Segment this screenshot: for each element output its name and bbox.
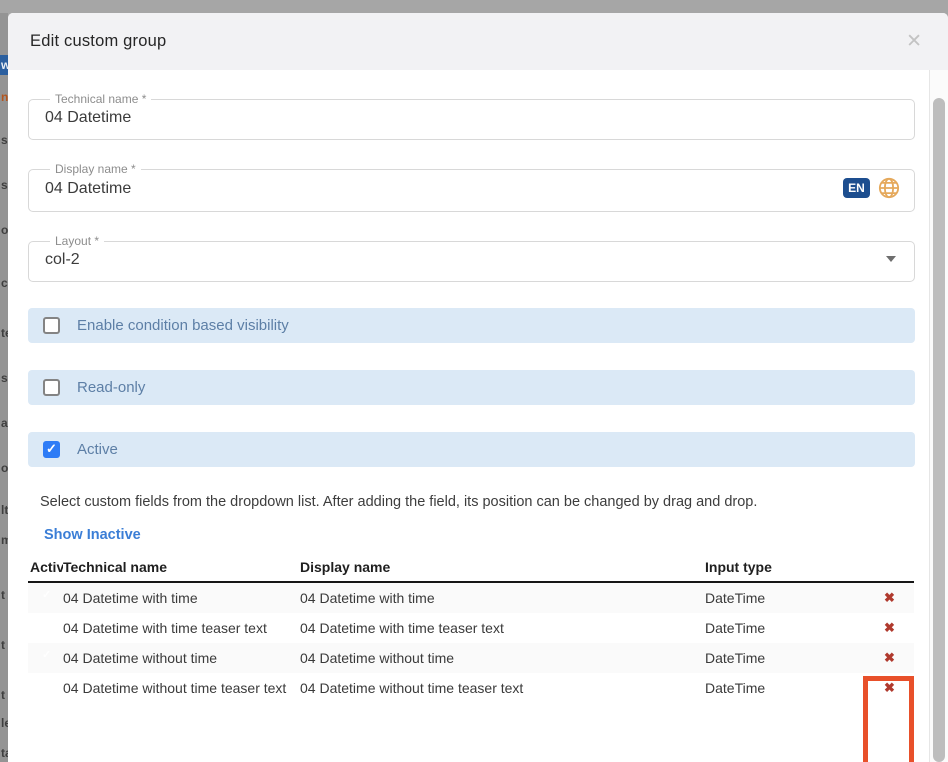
- column-header-display-name: Display name: [300, 559, 705, 575]
- toggle-label: Read-only: [77, 379, 145, 396]
- table-row: 04 Datetime with time teaser text04 Date…: [28, 613, 914, 643]
- remove-row-icon[interactable]: ✖: [865, 590, 914, 606]
- toggle-list: Enable condition based visibility Read-on…: [28, 308, 915, 467]
- globe-icon[interactable]: [878, 177, 900, 199]
- row-active-cell: [28, 590, 63, 606]
- edit-custom-group-dialog: Edit custom group ✕ Technical name * 04 …: [8, 13, 948, 762]
- background-text-fragment: t: [1, 638, 8, 652]
- background-text-fragment: ta: [1, 746, 8, 760]
- technical-name-label: Technical name *: [50, 93, 151, 106]
- background-text-fragment: le: [1, 716, 8, 730]
- table-header-row: ActiveTechnical nameDisplay nameInput ty…: [28, 559, 914, 583]
- row-input-type: DateTime: [705, 590, 865, 606]
- row-technical-name: 04 Datetime without time teaser text: [63, 680, 300, 696]
- table-row: 04 Datetime without time04 Datetime with…: [28, 643, 914, 673]
- chevron-down-icon[interactable]: [886, 256, 896, 262]
- checkbox-checked-icon[interactable]: [43, 441, 60, 458]
- row-technical-name: 04 Datetime with time: [63, 590, 300, 606]
- background-text-fragment: s: [1, 371, 8, 385]
- toggle-active[interactable]: Active: [28, 432, 915, 467]
- remove-row-icon[interactable]: ✖: [865, 680, 914, 696]
- background-text-fragment: lt: [1, 503, 8, 517]
- display-name-field[interactable]: Display name * 04 Datetime EN: [28, 163, 915, 212]
- row-display-name: 04 Datetime without time: [300, 650, 705, 666]
- row-active-cell: [28, 680, 63, 696]
- background-text-fragment: o: [1, 223, 8, 237]
- show-inactive-link[interactable]: Show Inactive: [44, 527, 141, 543]
- dialog-title: Edit custom group: [30, 32, 166, 51]
- scrollbar-track[interactable]: [929, 70, 948, 762]
- background-text-fragment: c: [1, 276, 8, 290]
- background-text-fragment: t: [1, 588, 8, 602]
- checkbox-unchecked-icon[interactable]: [43, 379, 60, 396]
- checkbox-unchecked-icon[interactable]: [43, 317, 60, 334]
- table-row: 04 Datetime with time04 Datetime with ti…: [28, 583, 914, 613]
- custom-fields-table: ActiveTechnical nameDisplay nameInput ty…: [28, 559, 914, 703]
- row-technical-name: 04 Datetime without time: [63, 650, 300, 666]
- column-header-active: Active: [28, 559, 63, 575]
- display-name-label: Display name *: [50, 163, 141, 176]
- background-text-fragment: te: [1, 326, 8, 340]
- background-text-fragment: ol: [1, 461, 8, 475]
- toggle-label: Active: [77, 441, 118, 458]
- remove-row-icon[interactable]: ✖: [865, 620, 914, 636]
- column-header-input-type: Input type: [705, 559, 865, 575]
- background-text-fragment: t: [1, 688, 8, 702]
- background-text-fragment: se: [1, 178, 8, 192]
- layout-field[interactable]: Layout * col-2: [28, 235, 915, 282]
- row-active-cell: [28, 650, 63, 666]
- toggle-label: Enable condition based visibility: [77, 317, 289, 334]
- scrollbar-thumb[interactable]: [933, 98, 945, 762]
- toggle-enable-condition-based-visibility[interactable]: Enable condition based visibility: [28, 308, 915, 343]
- row-display-name: 04 Datetime with time: [300, 590, 705, 606]
- row-input-type: DateTime: [705, 650, 865, 666]
- layout-select[interactable]: col-2: [43, 249, 886, 269]
- row-display-name: 04 Datetime with time teaser text: [300, 620, 705, 636]
- background-text-fragment: n: [1, 90, 8, 104]
- remove-row-icon[interactable]: ✖: [865, 650, 914, 666]
- row-input-type: DateTime: [705, 620, 865, 636]
- background-text-fragment: m: [1, 533, 8, 547]
- language-badge[interactable]: EN: [843, 178, 870, 198]
- technical-name-input[interactable]: 04 Datetime: [43, 107, 900, 127]
- background-text-fragment: w: [0, 55, 8, 75]
- technical-name-field[interactable]: Technical name * 04 Datetime: [28, 93, 915, 140]
- background-text-fragment: se: [1, 133, 8, 147]
- background-text-fragment: ag: [1, 416, 8, 430]
- display-name-input[interactable]: 04 Datetime: [43, 178, 843, 198]
- layout-label: Layout *: [50, 235, 104, 248]
- close-icon[interactable]: ✕: [906, 32, 922, 51]
- background-strip: w n se se o c te s ag ol lt m t t t le ta: [0, 13, 8, 762]
- toggle-read-only[interactable]: Read-only: [28, 370, 915, 405]
- row-active-cell: [28, 620, 63, 636]
- row-display-name: 04 Datetime without time teaser text: [300, 680, 705, 696]
- row-input-type: DateTime: [705, 680, 865, 696]
- dialog-body: Technical name * 04 Datetime Display nam…: [8, 93, 948, 762]
- dimmed-overlay: [0, 0, 948, 13]
- column-header-technical-name: Technical name: [63, 559, 300, 575]
- row-technical-name: 04 Datetime with time teaser text: [63, 620, 300, 636]
- helper-text: Select custom fields from the dropdown l…: [40, 494, 915, 510]
- table-row: 04 Datetime without time teaser text04 D…: [28, 673, 914, 703]
- dialog-header: Edit custom group ✕: [8, 13, 948, 70]
